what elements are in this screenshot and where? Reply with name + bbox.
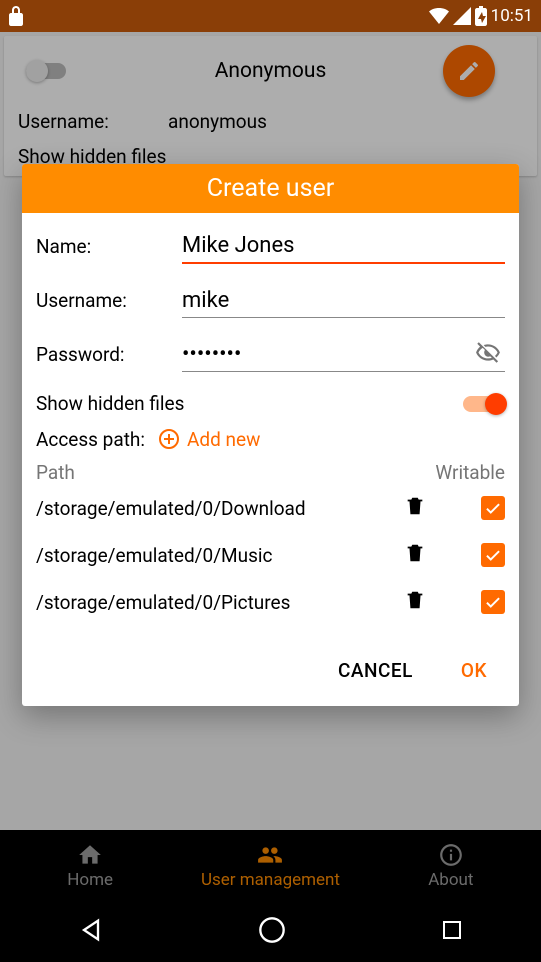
writable-checkbox[interactable] — [445, 496, 505, 522]
delete-path-button[interactable] — [385, 588, 445, 617]
writable-header: Writable — [435, 461, 505, 484]
plus-circle-icon — [157, 427, 181, 451]
add-new-label: Add new — [187, 428, 260, 451]
writable-checkbox[interactable] — [445, 543, 505, 569]
create-user-dialog: Create user Name: Username: Password: Sh — [22, 164, 519, 706]
show-hidden-toggle[interactable] — [463, 396, 505, 412]
delete-path-button[interactable] — [385, 541, 445, 570]
home-circle-icon — [258, 916, 286, 944]
delete-path-button[interactable] — [385, 494, 445, 523]
show-hidden-label: Show hidden files — [36, 392, 184, 415]
path-header: Path — [36, 461, 75, 484]
home-button[interactable] — [258, 916, 286, 948]
path-row: /storage/emulated/0/Pictures — [36, 588, 505, 617]
status-bar: 10:51 — [0, 0, 541, 32]
name-input[interactable] — [182, 229, 505, 264]
battery-charging-icon — [475, 6, 487, 26]
path-row: /storage/emulated/0/Music — [36, 541, 505, 570]
back-button[interactable] — [77, 916, 105, 948]
name-label: Name: — [36, 235, 182, 264]
dialog-title: Create user — [22, 164, 519, 213]
password-input[interactable] — [182, 338, 505, 372]
access-path-label: Access path: — [36, 428, 145, 451]
path-text: /storage/emulated/0/Download — [36, 497, 385, 520]
lock-icon — [8, 6, 24, 26]
toggle-visibility-icon[interactable] — [475, 340, 501, 370]
path-text: /storage/emulated/0/Pictures — [36, 591, 385, 614]
recent-button[interactable] — [440, 918, 464, 946]
trash-icon — [404, 494, 426, 518]
path-text: /storage/emulated/0/Music — [36, 544, 385, 567]
trash-icon — [404, 541, 426, 565]
username-label: Username: — [36, 289, 182, 318]
check-icon — [484, 499, 502, 517]
back-icon — [77, 916, 105, 944]
soft-keys — [0, 902, 541, 962]
password-label: Password: — [36, 343, 182, 372]
wifi-icon — [429, 8, 449, 24]
check-icon — [484, 546, 502, 564]
signal-icon — [453, 7, 471, 25]
add-new-path-button[interactable]: Add new — [157, 427, 260, 451]
trash-icon — [404, 588, 426, 612]
cancel-button[interactable]: CANCEL — [330, 653, 421, 688]
writable-checkbox[interactable] — [445, 590, 505, 616]
path-row: /storage/emulated/0/Download — [36, 494, 505, 523]
ok-button[interactable]: OK — [453, 653, 495, 688]
username-input[interactable] — [182, 284, 505, 318]
check-icon — [484, 593, 502, 611]
square-icon — [440, 918, 464, 942]
status-time: 10:51 — [491, 6, 533, 26]
